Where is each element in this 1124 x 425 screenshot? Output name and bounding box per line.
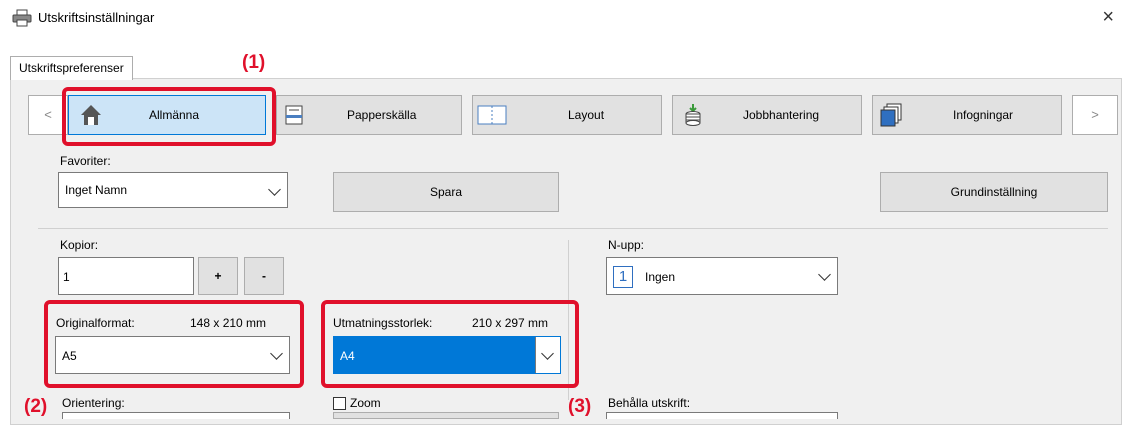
- ribbon-label-layout: Layout: [568, 108, 605, 122]
- ribbon-next-button[interactable]: >: [1072, 95, 1118, 135]
- ribbon-label-inserts: Infogningar: [953, 108, 1014, 122]
- ribbon-tab-paper-source[interactable]: Papperskälla: [276, 95, 462, 135]
- ribbon-tab-layout[interactable]: Layout: [472, 95, 662, 135]
- printer-icon: [12, 9, 32, 27]
- ribbon-label-paper-source: Papperskälla: [347, 108, 417, 122]
- copies-input[interactable]: 1: [58, 257, 194, 295]
- nup-label: N-upp:: [608, 238, 645, 252]
- nup-value: Ingen: [645, 270, 676, 284]
- job-stack-icon: [681, 103, 705, 127]
- retain-select[interactable]: [606, 412, 838, 419]
- highlight-box-1: [62, 87, 276, 146]
- highlight-box-3: [321, 300, 579, 388]
- annotation-3: (3): [568, 396, 592, 417]
- ribbon-tab-inserts[interactable]: Infogningar: [872, 95, 1062, 135]
- paper-tray-icon: [283, 103, 307, 127]
- copies-label: Kopior:: [60, 238, 99, 252]
- orientation-label: Orientering:: [62, 396, 125, 410]
- window-title: Utskriftsinställningar: [38, 10, 155, 25]
- favorites-label: Favoriter:: [60, 154, 111, 168]
- orientation-select[interactable]: [62, 412, 290, 419]
- layout-icon: [477, 103, 507, 127]
- zoom-label: Zoom: [350, 396, 381, 410]
- annotation-2: (2): [24, 396, 48, 417]
- zoom-checkbox[interactable]: [333, 397, 346, 410]
- divider: [38, 228, 1108, 229]
- retain-label: Behålla utskrift:: [608, 396, 691, 410]
- chevron-down-icon: [268, 183, 281, 196]
- tab-utskriftspreferenser[interactable]: Utskriftspreferenser: [10, 56, 133, 80]
- inserts-icon: [879, 103, 903, 127]
- zoom-settings-button[interactable]: [333, 412, 559, 419]
- copies-value: 1: [63, 270, 70, 284]
- nup-icon: 1: [613, 266, 633, 288]
- ribbon-tab-job-handling[interactable]: Jobbhantering: [672, 95, 862, 135]
- ribbon-label-job-handling: Jobbhantering: [743, 108, 820, 122]
- close-button[interactable]: ×: [1102, 6, 1114, 29]
- nup-select[interactable]: 1 Ingen: [606, 257, 838, 295]
- highlight-box-2: [44, 300, 304, 388]
- favorites-select[interactable]: Inget Namn: [58, 172, 288, 208]
- title-bar: Utskriftsinställningar ×: [0, 0, 1124, 36]
- annotation-1: (1): [242, 52, 266, 73]
- copies-decrement-button[interactable]: -: [244, 257, 284, 295]
- favorites-value: Inget Namn: [65, 183, 128, 197]
- copies-increment-button[interactable]: +: [198, 257, 238, 295]
- chevron-down-icon: [818, 268, 831, 281]
- defaults-button[interactable]: Grundinställning: [880, 172, 1108, 212]
- save-button[interactable]: Spara: [333, 172, 559, 212]
